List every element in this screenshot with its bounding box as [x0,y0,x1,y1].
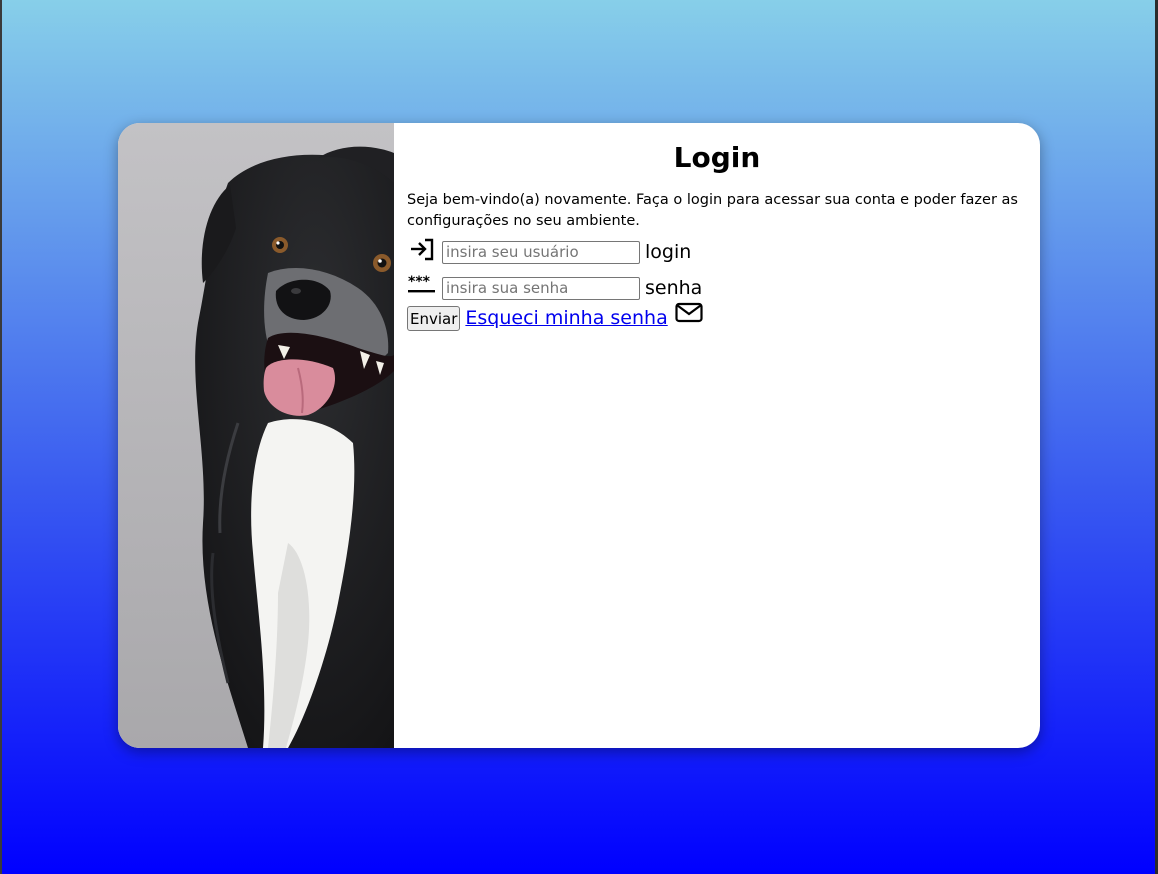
envelope-icon[interactable] [675,302,703,328]
intro-text: Seja bem-vindo(a) novamente. Faça o logi… [407,192,1018,229]
password-row: *** senha [407,268,1027,304]
login-form-panel: Login Seja bem-vindo(a) novamente. Faça … [407,141,1027,331]
form-actions: Enviar Esqueci minha senha [407,302,1027,331]
login-card: Login Seja bem-vindo(a) novamente. Faça … [118,123,1040,748]
page-title: Login [673,141,761,174]
forgot-password-link[interactable]: Esqueci minha senha [465,307,667,329]
user-row: login [407,232,1027,268]
window-edge-left [0,0,2,874]
password-input[interactable] [442,276,640,300]
dog-photo [118,123,394,748]
username-label: login [645,241,692,263]
svg-text:***: *** [408,275,431,290]
submit-button[interactable]: Enviar [407,306,461,331]
login-arrow-icon [407,235,437,265]
password-asterisks-icon: *** [407,271,437,301]
username-input[interactable] [442,240,640,264]
password-label: senha [645,277,703,299]
